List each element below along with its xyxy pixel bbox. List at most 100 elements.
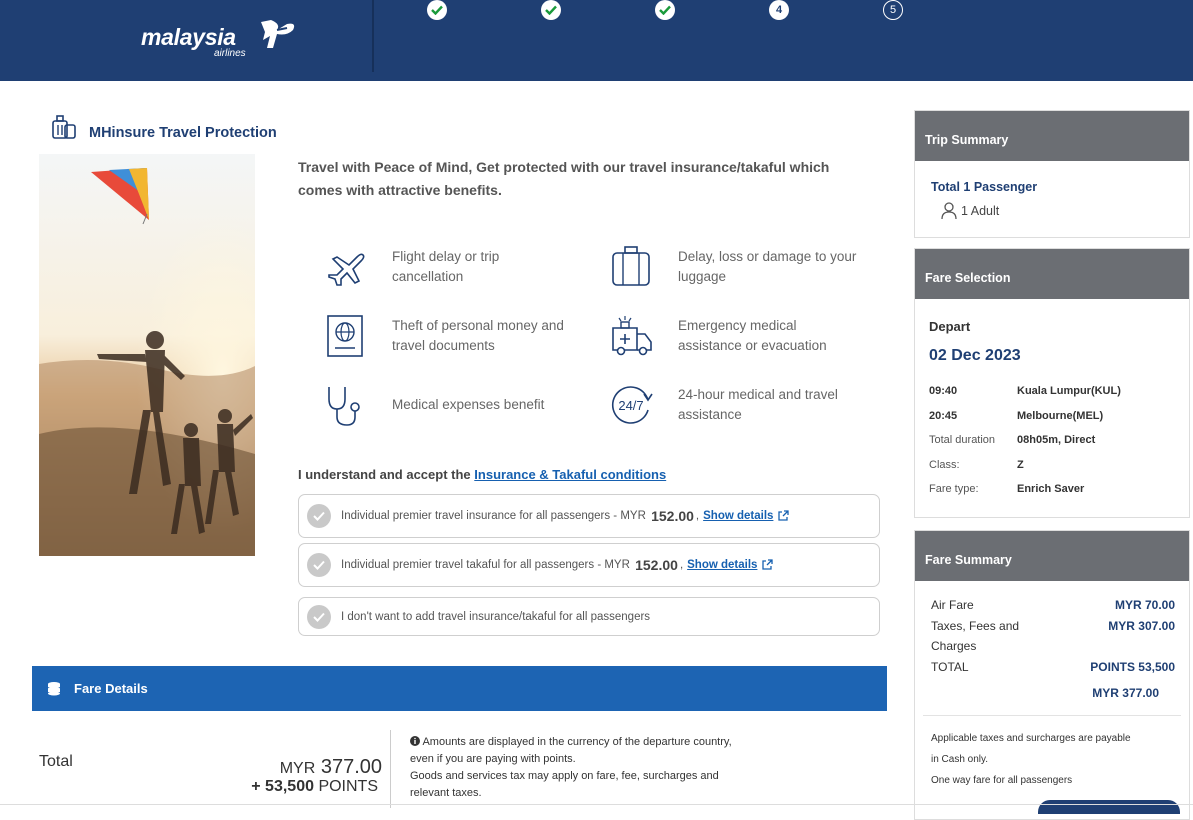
benefit-text: Flight delay or trip [392, 249, 500, 264]
summary-total-label: TOTAL [931, 660, 969, 674]
benefit-theft: Theft of personal money and travel docume… [322, 313, 582, 359]
one-way-note: One way fare for all passengers [931, 775, 1073, 786]
benefit-text: Theft of personal money and [392, 318, 564, 333]
site-header: malaysia airlines 4 5 [0, 0, 1193, 81]
fare-row-key: Class: [929, 459, 960, 471]
points-amount: 53,500 [265, 778, 314, 795]
fare-row-value: Kuala Lumpur(KUL) [1017, 385, 1121, 397]
fare-row-key: 20:45 [929, 410, 958, 422]
airplane-icon [322, 244, 368, 290]
fare-summary-title: Fare Summary [915, 531, 1189, 581]
benefit-medical: Medical expenses benefit [322, 382, 582, 428]
benefit-text: travel documents [392, 338, 495, 353]
step-4-current[interactable]: 4 [769, 0, 789, 20]
stethoscope-icon [322, 382, 368, 428]
summary-total-myr: MYR 377.00 [1092, 686, 1159, 700]
continue-button[interactable] [1038, 800, 1180, 814]
tax-note-2: in Cash only. [931, 754, 989, 765]
external-link-icon[interactable] [777, 510, 790, 522]
option-price: 152.00 [651, 508, 694, 524]
option-premier-insurance[interactable]: Individual premier travel insurance for … [298, 494, 880, 538]
total-row: TOTAL POINTS 53,500 [931, 657, 1175, 677]
fare-details-title: Fare Details [74, 681, 148, 696]
taxes-row: Taxes, Fees and Charges MYR 307.00 [931, 616, 1175, 656]
show-details-link[interactable]: Show details [703, 510, 773, 522]
option-text: Individual premier travel takaful for al… [341, 559, 630, 571]
ambulance-icon [608, 313, 654, 359]
taxes-label: Taxes, Fees and Charges [931, 619, 1020, 653]
points-label: POINTS [318, 778, 378, 795]
air-fare-label: Air Fare [931, 598, 974, 612]
svg-text:24/7: 24/7 [618, 398, 643, 413]
check-circle-icon[interactable] [307, 553, 331, 577]
header-divider [372, 0, 374, 72]
adult-label: 1 Adult [961, 204, 1000, 218]
check-icon [545, 5, 557, 15]
summary-total-points: POINTS 53,500 [1090, 660, 1175, 674]
fare-row: 09:40 Kuala Lumpur(KUL) [929, 385, 1121, 397]
logo-subtext: airlines [214, 48, 246, 59]
option-no-insurance[interactable]: I don't want to add travel insurance/tak… [298, 597, 880, 636]
fare-selection-title: Fare Selection [915, 249, 1189, 299]
step-2-complete[interactable] [541, 0, 561, 20]
total-myr-row: MYR 377.00 [931, 683, 1175, 703]
summary-divider [923, 715, 1181, 716]
benefit-text: luggage [678, 269, 727, 284]
luggage-icon [608, 244, 654, 290]
total-passengers: Total 1 Passenger [931, 180, 1038, 194]
malaysia-airlines-logo[interactable]: malaysia airlines [141, 18, 301, 62]
fare-details-bar[interactable]: Fare Details [32, 666, 887, 711]
external-link-icon[interactable] [761, 559, 774, 571]
option-suffix: , [679, 559, 684, 571]
adult-count: 1 Adult [941, 202, 999, 220]
fare-row-value: Melbourne(MEL) [1017, 410, 1104, 422]
show-details-link[interactable]: Show details [687, 559, 757, 571]
fare-row-key: Fare type: [929, 483, 979, 495]
note-gst: Goods and services tax may apply on fare… [410, 770, 719, 799]
check-circle-icon[interactable] [307, 504, 331, 528]
accept-conditions-text: I understand and accept the Insurance & … [298, 467, 666, 482]
fare-row-value: Z [1017, 459, 1024, 471]
check-icon [659, 5, 671, 15]
option-premier-takaful[interactable]: Individual premier travel takaful for al… [298, 543, 880, 587]
total-points: + 53,500 POINTS [200, 778, 378, 796]
total-divider [390, 730, 391, 808]
benefit-text: Medical expenses benefit [392, 397, 545, 412]
air-fare-row: Air Fare MYR 70.00 [931, 595, 1175, 615]
passport-icon [322, 313, 368, 359]
person-icon [941, 202, 957, 220]
depart-date: 02 Dec 2023 [929, 347, 1021, 364]
fare-row: 20:45 Melbourne(MEL) [929, 410, 1103, 422]
fare-row-value: 08h05m, Direct [1017, 434, 1096, 446]
option-text: Individual premier travel insurance for … [341, 510, 646, 522]
24-7-icon: 24/7 [608, 382, 654, 428]
benefit-text: Emergency medical [678, 318, 797, 333]
trip-summary-title: Trip Summary [915, 111, 1189, 161]
benefit-text: Delay, loss or damage to your [678, 249, 857, 264]
note-currency: Amounts are displayed in the currency of… [410, 736, 732, 765]
depart-label: Depart [929, 319, 971, 334]
fare-row: Class: Z [929, 459, 1024, 471]
option-suffix: , [695, 510, 700, 522]
benefit-text: assistance or evacuation [678, 338, 827, 353]
check-circle-icon[interactable] [307, 604, 331, 629]
fare-row: Total duration 08h05m, Direct [929, 434, 1095, 446]
insurance-intro-text: Travel with Peace of Mind, Get protected… [298, 159, 830, 198]
benefit-text: 24-hour medical and travel [678, 387, 838, 402]
check-icon [431, 5, 443, 15]
accept-prefix: I understand and accept the [298, 467, 471, 482]
tax-note-1: Applicable taxes and surcharges are paya… [931, 733, 1131, 744]
air-fare-value: MYR 70.00 [1114, 598, 1175, 612]
step-3-complete[interactable] [655, 0, 675, 20]
insurance-conditions-link[interactable]: Insurance & Takaful conditions [474, 467, 666, 482]
family-beach-photo [39, 154, 255, 556]
total-currency: MYR [279, 760, 316, 777]
step-5-upcoming[interactable]: 5 [883, 0, 903, 20]
benefit-text: assistance [678, 407, 742, 422]
total-label: Total [39, 753, 73, 770]
step-1-complete[interactable] [427, 0, 447, 20]
benefit-24h: 24/7 24-hour medical and travel assistanc… [608, 382, 878, 428]
fare-notes: Amounts are displayed in the currency of… [410, 734, 740, 802]
fare-row-key: 09:40 [929, 385, 958, 397]
kite-logo-icon [261, 20, 295, 48]
